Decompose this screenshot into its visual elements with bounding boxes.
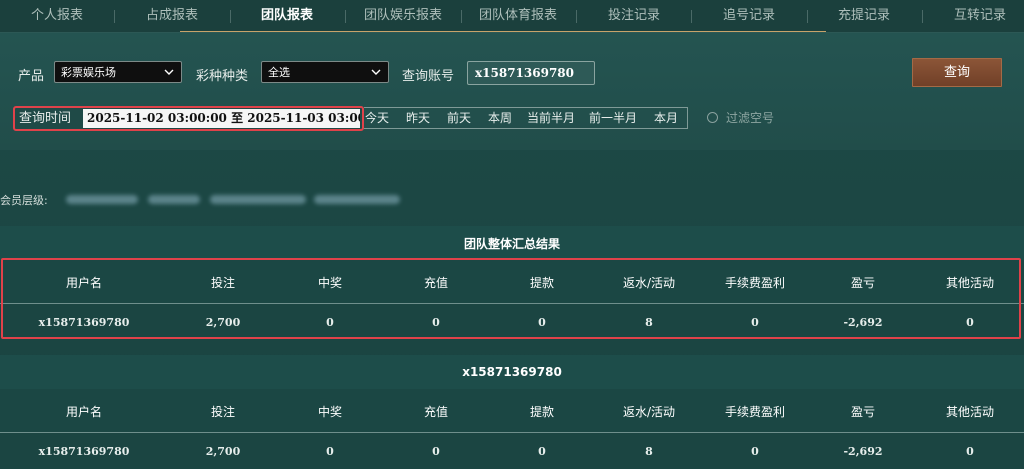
tab-bet-records[interactable]: 投注记录 (608, 0, 660, 32)
detail-cell-deposit: 0 (432, 445, 440, 458)
tab-separator (922, 10, 923, 23)
chevron-down-icon (164, 69, 174, 75)
tab-separator (807, 10, 808, 23)
lottery-type-label: 彩种种类 (196, 69, 249, 84)
detail-header-username: 用户名 (65, 405, 103, 419)
tab-underline (180, 31, 826, 32)
detail-cell-fee-profit: 0 (751, 445, 759, 458)
detail-header-fee-profit: 手续费盈利 (724, 405, 786, 419)
tab-team-report[interactable]: 团队报表 (261, 0, 313, 32)
tab-personal-report[interactable]: 个人报表 (31, 0, 83, 32)
summary-highlight-box (1, 258, 1021, 339)
account-input[interactable]: x15871369780 (467, 61, 595, 85)
report-tabs: 个人报表 占成报表 团队报表 团队娱乐报表 团队体育报表 投注记录 追号记录 充… (0, 0, 1024, 33)
member-level-label: 会员层级: (0, 194, 48, 207)
quick-range-this-week[interactable]: 本周 (488, 108, 512, 128)
query-time-range-input[interactable]: 2025-11-02 03:00:00 至 2025-11-03 03:00:0… (83, 109, 360, 128)
filter-empty-radio[interactable] (707, 112, 718, 123)
lottery-type-select[interactable]: 全选 (261, 61, 389, 83)
quick-range-today[interactable]: 今天 (365, 108, 389, 128)
detail-cell-profit-loss: -2,692 (843, 445, 883, 458)
summary-title: 团队整体汇总结果 (463, 237, 560, 251)
detail-header-deposit: 充值 (423, 405, 449, 419)
tab-team-entertainment-report[interactable]: 团队娱乐报表 (364, 0, 442, 32)
filter-panel (0, 33, 1024, 150)
lottery-type-select-value: 全选 (268, 66, 290, 79)
detail-title: x15871369780 (462, 365, 562, 379)
tab-deposit-withdraw-records[interactable]: 充提记录 (838, 0, 890, 32)
tab-separator (114, 10, 115, 23)
filter-empty-label: 过滤空号 (726, 111, 775, 125)
product-select[interactable]: 彩票娱乐场 (54, 61, 182, 83)
tab-transfer-records[interactable]: 互转记录 (954, 0, 1006, 32)
query-time-group: 查询时间 2025-11-02 03:00:00 至 2025-11-03 03… (13, 106, 364, 131)
product-select-value: 彩票娱乐场 (61, 66, 116, 79)
detail-cell-rebate: 8 (645, 445, 653, 458)
query-button[interactable]: 查询 (912, 58, 1002, 87)
quick-range-current-half-month[interactable]: 当前半月 (527, 108, 575, 128)
tab-separator (230, 10, 231, 23)
detail-cell-bet: 2,700 (205, 445, 241, 458)
detail-header-rebate: 返水/活动 (622, 405, 676, 419)
member-level-redacted (210, 195, 306, 204)
quick-range-yesterday[interactable]: 昨天 (406, 108, 430, 128)
detail-header-profit-loss: 盈亏 (850, 405, 876, 419)
product-label: 产品 (18, 69, 45, 84)
tab-chase-records[interactable]: 追号记录 (723, 0, 775, 32)
quick-range-this-month[interactable]: 本月 (654, 108, 678, 128)
member-level-redacted (66, 195, 138, 204)
chevron-down-icon (371, 69, 381, 75)
tab-separator (691, 10, 692, 23)
member-level-redacted (314, 195, 400, 204)
tab-separator (461, 10, 462, 23)
detail-header-other-activity: 其他活动 (945, 405, 995, 419)
tab-share-report[interactable]: 占成报表 (146, 0, 198, 32)
member-level-redacted (148, 195, 200, 204)
tab-team-sports-report[interactable]: 团队体育报表 (479, 0, 557, 32)
detail-header-win: 中奖 (317, 405, 343, 419)
quick-range-day-before[interactable]: 前天 (447, 108, 471, 128)
tab-separator (576, 10, 577, 23)
quick-range-previous-half-month[interactable]: 前一半月 (589, 108, 637, 128)
detail-header-withdraw: 提款 (529, 405, 555, 419)
detail-cell-win: 0 (326, 445, 334, 458)
account-label: 查询账号 (402, 69, 455, 84)
query-time-label: 查询时间 (19, 111, 72, 126)
detail-cell-withdraw: 0 (538, 445, 546, 458)
detail-cell-username: x15871369780 (38, 445, 130, 458)
detail-cell-other-activity: 0 (966, 445, 974, 458)
quick-range-group: 今天 昨天 前天 本周 当前半月 前一半月 本月 (364, 107, 688, 129)
detail-header-bet: 投注 (210, 405, 236, 419)
tab-separator (345, 10, 346, 23)
